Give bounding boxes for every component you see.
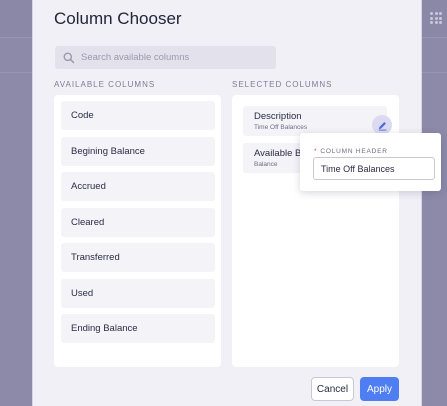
search-icon xyxy=(62,51,76,65)
apps-grid-icon[interactable] xyxy=(430,12,442,24)
list-item-label: Begining Balance xyxy=(71,146,145,157)
list-item-label: Accrued xyxy=(71,181,106,192)
column-chooser-modal: Column Chooser Search available columns … xyxy=(32,0,422,406)
column-header-popover: * COLUMN HEADER Time Off Balances xyxy=(300,133,441,191)
modal-title: Column Chooser xyxy=(54,9,182,28)
selected-item-sublabel: Time Off Balances xyxy=(254,124,308,131)
selected-item-label: Description xyxy=(254,111,302,122)
available-item-ending-balance[interactable]: Ending Balance xyxy=(61,314,215,343)
cancel-button[interactable]: Cancel xyxy=(311,377,354,401)
search-input[interactable]: Search available columns xyxy=(55,46,276,69)
available-item-begining-balance[interactable]: Begining Balance xyxy=(61,137,215,166)
list-item-label: Used xyxy=(71,288,94,299)
selected-item-sublabel: Balance xyxy=(254,161,278,168)
list-item-label: Cleared xyxy=(71,217,105,228)
apply-button[interactable]: Apply xyxy=(360,377,399,401)
list-item-label: Transferred xyxy=(71,252,120,263)
list-item-label: Ending Balance xyxy=(71,323,138,334)
available-item-transferred[interactable]: Transferred xyxy=(61,243,215,272)
edit-column-button[interactable] xyxy=(372,115,392,135)
selected-item-description[interactable]: Description Time Off Balances xyxy=(243,106,392,136)
list-item-label: Code xyxy=(71,110,94,121)
column-header-label: * COLUMN HEADER xyxy=(314,148,388,155)
column-header-label-text: COLUMN HEADER xyxy=(320,148,388,155)
column-header-input[interactable]: Time Off Balances xyxy=(313,157,435,180)
pencil-icon xyxy=(378,121,386,131)
available-columns-panel: Code Begining Balance Accrued Cleared Tr… xyxy=(54,95,221,367)
search-placeholder: Search available columns xyxy=(81,52,190,63)
available-item-accrued[interactable]: Accrued xyxy=(61,172,215,201)
available-item-used[interactable]: Used xyxy=(61,279,215,308)
available-item-code[interactable]: Code xyxy=(61,101,215,130)
available-item-cleared[interactable]: Cleared xyxy=(61,208,215,237)
available-columns-heading: AVAILABLE COLUMNS xyxy=(54,80,156,89)
selected-columns-heading: SELECTED COLUMNS xyxy=(232,80,333,89)
required-marker: * xyxy=(314,148,318,155)
